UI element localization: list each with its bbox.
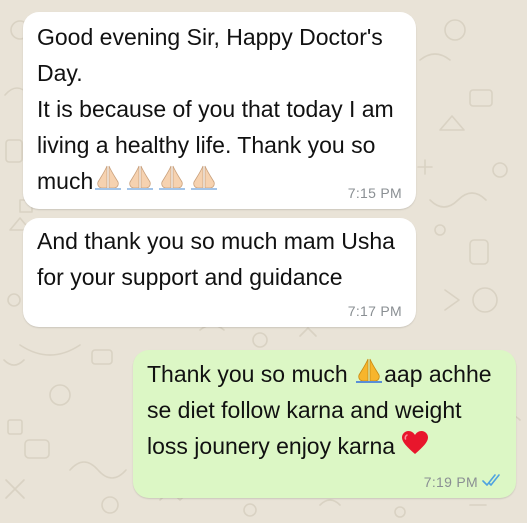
message-text-line: much [37, 168, 94, 194]
message-timestamp: 7:17 PM [347, 303, 402, 319]
message-text-line: Good evening Sir, Happy Doctor's [37, 24, 383, 50]
message-meta: 7:19 PM [424, 472, 502, 490]
message-text-line: for your support and guidance [37, 264, 343, 290]
message-third-line: loss jounery enjoy karna [147, 428, 429, 466]
chat-thread[interactable]: Good evening Sir, Happy Doctor's Day. It… [0, 0, 527, 523]
outgoing-message-bubble[interactable]: Thank you so much aap achhe se diet foll… [133, 350, 516, 498]
incoming-message-bubble[interactable]: Good evening Sir, Happy Doctor's Day. It… [23, 12, 416, 209]
message-text-line: living a healthy life. Thank you so [37, 132, 376, 158]
message-text-line: It is because of you that today I am [37, 96, 394, 122]
message-last-line: much [37, 163, 221, 201]
folded-hands-icon [354, 358, 384, 394]
message-text-line: Day. [37, 60, 83, 86]
message-timestamp: 7:15 PM [347, 185, 402, 201]
message-text-line: se diet follow karna and weight [147, 397, 462, 423]
message-first-line: Thank you so much aap achhe [147, 356, 492, 394]
message-text-line: Thank you so much [147, 361, 355, 387]
incoming-message-bubble[interactable]: And thank you so much mam Usha for your … [23, 218, 416, 327]
message-text-line: aap achhe [384, 361, 492, 387]
message-text-line: loss jounery enjoy karna [147, 433, 402, 459]
message-text-line: And thank you so much mam Usha [37, 228, 395, 254]
folded-hands-emoji-group [93, 165, 221, 201]
red-heart-icon [401, 430, 429, 466]
read-receipt-double-check-icon [482, 473, 502, 490]
folded-hands-icon [95, 165, 218, 190]
message-timestamp: 7:19 PM [423, 473, 478, 490]
